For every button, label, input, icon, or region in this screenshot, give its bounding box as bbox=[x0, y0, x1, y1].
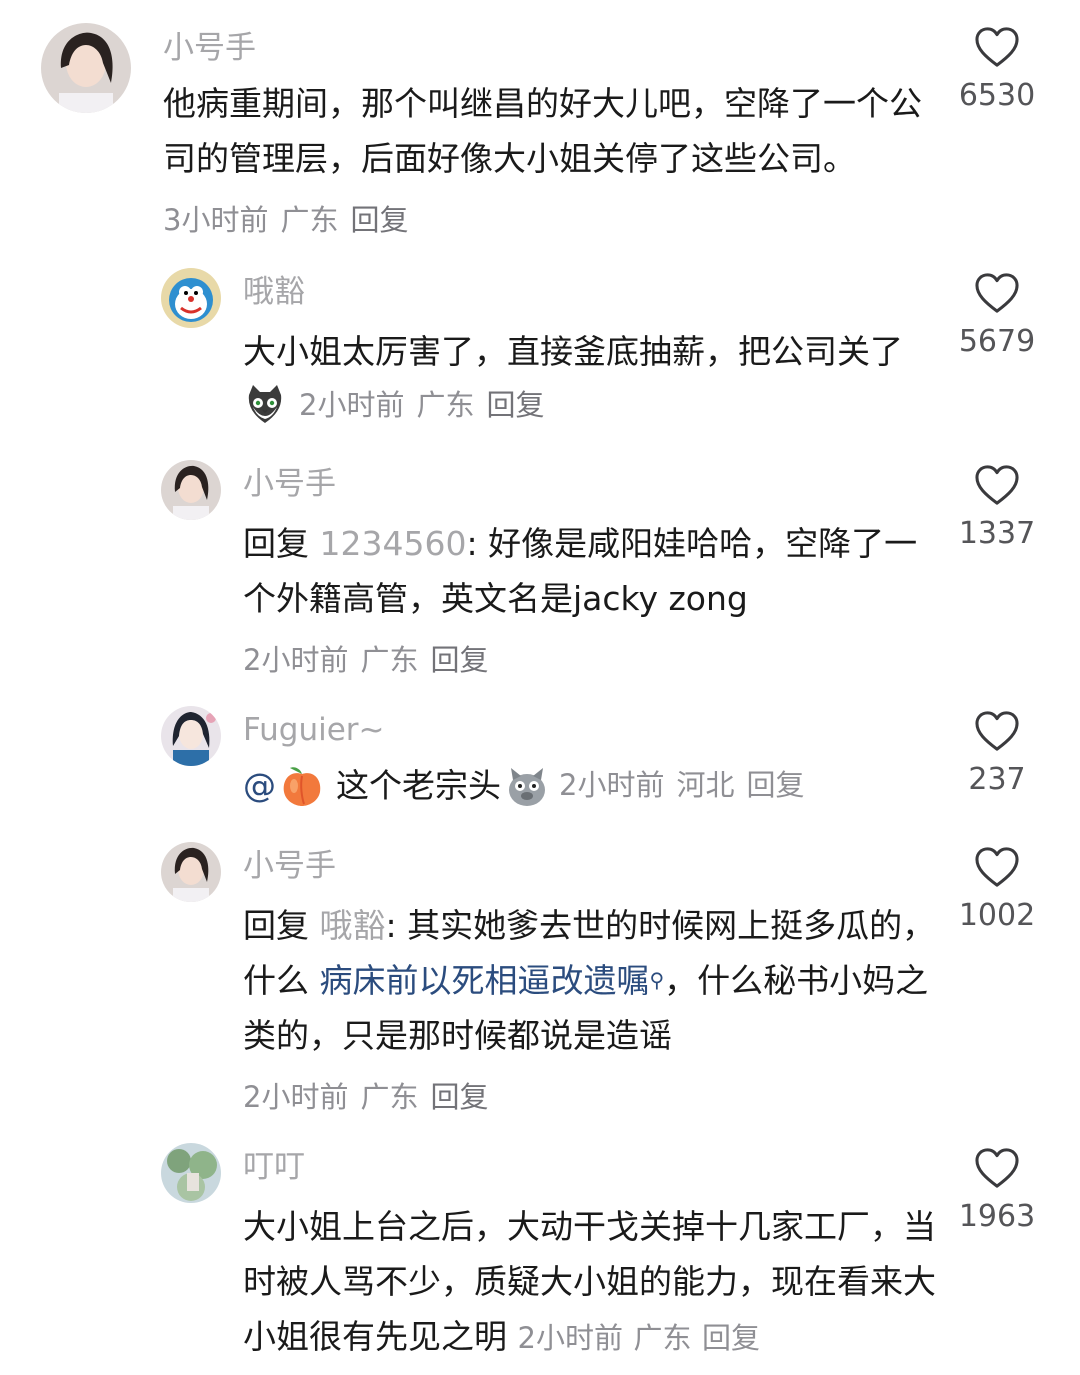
like-button[interactable]: 5679 bbox=[942, 272, 1052, 360]
reply-button[interactable]: 回复 bbox=[486, 385, 544, 425]
heart-icon bbox=[974, 464, 1020, 506]
avatar[interactable] bbox=[161, 268, 221, 328]
comment-location: 广东 bbox=[360, 1080, 419, 1114]
comment-location: 广东 bbox=[633, 1321, 692, 1355]
avatar[interactable] bbox=[161, 706, 221, 766]
mention-at[interactable]: @ bbox=[243, 758, 276, 813]
heart-icon bbox=[974, 1147, 1020, 1189]
comment-time: 2小时前 bbox=[299, 388, 405, 422]
like-count: 1963 bbox=[958, 1199, 1036, 1234]
comment-meta: 2小时前 广东 回复 bbox=[243, 640, 963, 680]
reply-button[interactable]: 回复 bbox=[350, 200, 408, 240]
avatar[interactable] bbox=[161, 1143, 221, 1203]
comment-author[interactable]: 哦豁 bbox=[243, 272, 963, 312]
reply-prefix: 回复 bbox=[243, 524, 309, 563]
like-button[interactable]: 1963 bbox=[942, 1147, 1052, 1235]
reply-prefix: 回复 bbox=[243, 906, 309, 945]
avatar[interactable] bbox=[161, 460, 221, 520]
reply-button[interactable]: 回复 bbox=[702, 1321, 760, 1355]
comment-author[interactable]: 叮叮 bbox=[243, 1147, 963, 1187]
comment-author[interactable]: Fuguier~ bbox=[243, 710, 963, 750]
like-count: 1002 bbox=[958, 898, 1036, 933]
comment-meta: 2小时前 广东 回复 bbox=[243, 1077, 963, 1117]
like-count: 237 bbox=[968, 762, 1026, 797]
comment-body: 这个老宗头 bbox=[336, 766, 501, 805]
search-link[interactable]: 病床前以死相逼改遗嘱 bbox=[320, 961, 650, 1000]
like-button[interactable]: 1337 bbox=[942, 464, 1052, 552]
reply-target-user[interactable]: 1234560 bbox=[320, 524, 467, 563]
comment-location: 广东 bbox=[360, 643, 419, 677]
cat-emoji bbox=[243, 383, 287, 427]
comment-text: 回复 1234560: 好像是咸阳娃哈哈，空降了一个外籍高管，英文名是jacky… bbox=[243, 516, 943, 626]
reply-button[interactable]: 回复 bbox=[430, 1077, 488, 1117]
heart-icon bbox=[974, 710, 1020, 752]
heart-icon bbox=[974, 26, 1020, 68]
comment-meta: 3小时前 广东 回复 bbox=[163, 200, 943, 240]
comment-text: 他病重期间，那个叫继昌的好大儿吧，空降了一个公司的管理层，后面好像大小姐关停了这… bbox=[163, 84, 922, 178]
comment-location: 广东 bbox=[416, 388, 475, 422]
doge-emoji bbox=[505, 764, 549, 808]
peach-emoji bbox=[280, 764, 324, 808]
comment-text: @ 这个老宗头 2小时前 河北 回复 bbox=[243, 758, 963, 813]
like-button[interactable]: 6530 bbox=[942, 26, 1052, 114]
comment-author[interactable]: 小号手 bbox=[243, 846, 963, 886]
like-count: 1337 bbox=[958, 516, 1036, 551]
comment-time: 2小时前 bbox=[243, 1080, 349, 1114]
comment-meta: 2小时前 广东 回复 bbox=[243, 383, 963, 427]
comment-time: 2小时前 bbox=[559, 768, 665, 802]
comment-location: 广东 bbox=[280, 203, 339, 237]
like-button[interactable]: 1002 bbox=[942, 846, 1052, 934]
comment-location: 河北 bbox=[676, 768, 735, 802]
reply-target-user[interactable]: 哦豁 bbox=[320, 906, 386, 945]
comment-time: 2小时前 bbox=[517, 1321, 623, 1355]
comment-text: 回复 哦豁: 其实她爹去世的时候网上挺多瓜的，什么 病床前以死相逼改遗嘱⚲，什么… bbox=[243, 898, 948, 1063]
like-count: 5679 bbox=[958, 324, 1036, 359]
comment-author[interactable]: 小号手 bbox=[163, 28, 943, 68]
comment-text: 大小姐太厉害了，直接釜底抽薪，把公司关了 bbox=[243, 332, 903, 371]
reply-button[interactable]: 回复 bbox=[746, 758, 804, 813]
comment-time: 2小时前 bbox=[243, 643, 349, 677]
avatar[interactable] bbox=[161, 842, 221, 902]
like-count: 6530 bbox=[958, 78, 1036, 113]
like-button[interactable]: 237 bbox=[942, 710, 1052, 798]
bottom-fade-overlay bbox=[760, 1330, 1080, 1375]
avatar[interactable] bbox=[41, 23, 131, 113]
search-icon: ⚲ bbox=[649, 968, 665, 992]
comment-author[interactable]: 小号手 bbox=[243, 464, 963, 504]
comment-time: 3小时前 bbox=[163, 203, 269, 237]
heart-icon bbox=[974, 272, 1020, 314]
heart-icon bbox=[974, 846, 1020, 888]
reply-button[interactable]: 回复 bbox=[430, 640, 488, 680]
